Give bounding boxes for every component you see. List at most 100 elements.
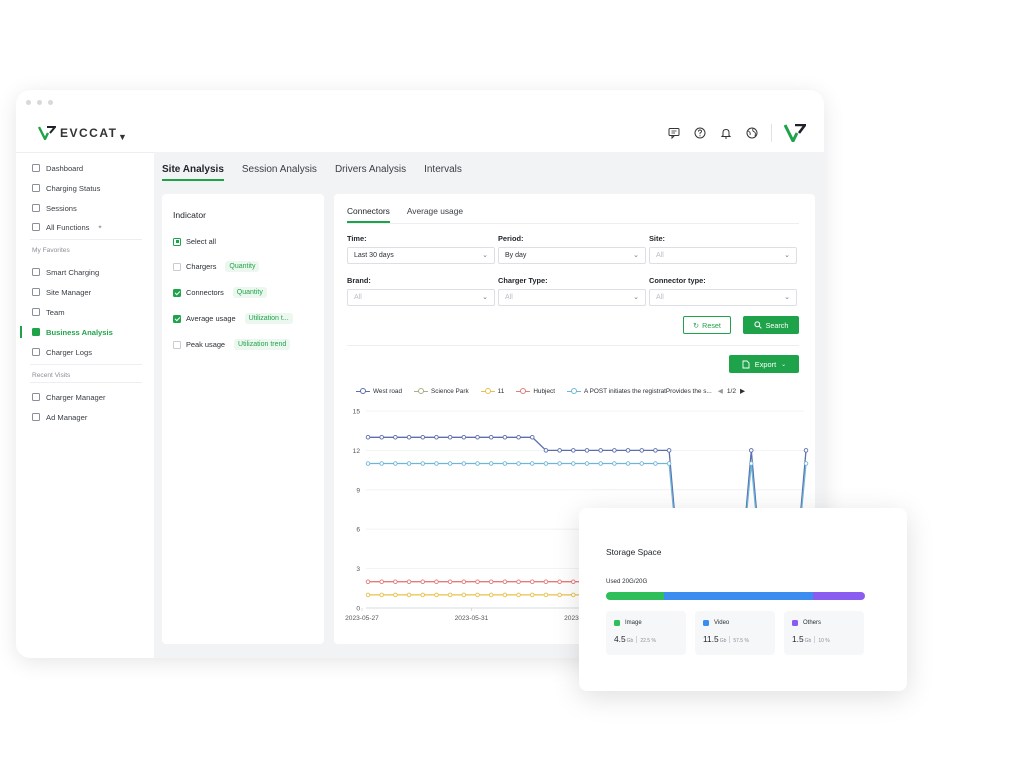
org-dropdown-caret[interactable]: ▼ <box>118 132 127 142</box>
business-analysis-icon <box>32 328 40 336</box>
pin-icon[interactable]: ✦ <box>97 224 102 231</box>
checkbox[interactable] <box>173 314 181 323</box>
y-tick-label: 15 <box>353 409 361 416</box>
tab-average-usage[interactable]: Average usage <box>407 206 463 223</box>
brand-label: Brand: <box>347 276 371 285</box>
data-point <box>393 461 398 466</box>
storage-label: Video <box>714 620 730 626</box>
sidebar-item-team[interactable]: Team <box>32 305 65 319</box>
data-point <box>420 461 425 466</box>
data-point <box>379 579 384 584</box>
indicator-row-chargers[interactable]: Chargers Quantity <box>173 261 260 272</box>
data-point <box>598 461 603 466</box>
data-point <box>584 461 590 466</box>
y-tick-label: 9 <box>356 487 360 494</box>
select-all-checkbox[interactable]: Select all <box>173 237 216 246</box>
data-point <box>543 448 549 453</box>
data-point <box>598 448 603 453</box>
data-point <box>379 461 384 466</box>
checkbox[interactable] <box>173 288 181 297</box>
tab-site-analysis[interactable]: Site Analysis <box>162 164 224 181</box>
sidebar-item-charger-manager[interactable]: Charger Manager <box>32 390 106 404</box>
sidebar-item-label: Dashboard <box>46 163 84 173</box>
recent-heading: Recent Visits <box>32 372 71 379</box>
indicator-row-connectors[interactable]: Connectors Quantity <box>173 287 267 298</box>
export-button[interactable]: Export ⌄ <box>729 355 799 373</box>
time-label: Time: <box>347 234 367 243</box>
data-point <box>488 461 494 466</box>
data-point <box>447 435 453 440</box>
ad-manager-icon <box>32 413 40 421</box>
sidebar-item-sessions[interactable]: Sessions <box>32 201 77 215</box>
data-point <box>365 461 371 466</box>
legend-item-west-road[interactable]: West road <box>356 387 402 395</box>
checkbox[interactable] <box>173 340 181 349</box>
charger-manager-icon <box>32 393 40 401</box>
sidebar-item-site-manager[interactable]: Site Manager <box>32 285 91 299</box>
storage-label: Others <box>803 620 822 626</box>
sidebar-item-charger-logs[interactable]: Charger Logs <box>32 345 92 359</box>
time-select[interactable]: Last 30 days ⌄ <box>347 247 495 264</box>
legend-label: West road <box>373 387 403 395</box>
message-icon[interactable] <box>667 126 681 140</box>
chevron-down-icon: ⌄ <box>482 252 488 259</box>
data-point <box>434 592 439 598</box>
search-button[interactable]: Search <box>743 316 799 334</box>
tab-connectors[interactable]: Connectors <box>347 206 390 223</box>
sidebar-item-smart-charging[interactable]: Smart Charging <box>32 265 99 279</box>
data-point <box>379 435 384 440</box>
checkbox[interactable] <box>173 237 181 246</box>
legend-next-icon[interactable]: ▶ <box>740 387 745 395</box>
app-logo[interactable]: EVCCAT <box>38 126 117 140</box>
help-icon[interactable] <box>693 126 707 140</box>
checkbox-label: Select all <box>186 237 216 246</box>
legend-item-11[interactable]: 11 <box>480 387 504 395</box>
tab-session-analysis[interactable]: Session Analysis <box>242 164 317 181</box>
header-icons <box>667 124 806 142</box>
data-point <box>571 579 576 584</box>
checkbox[interactable] <box>173 262 181 271</box>
storage-label: Image <box>625 620 642 626</box>
x-tick-label: 2023-05-27 <box>345 615 379 622</box>
tab-drivers-analysis[interactable]: Drivers Analysis <box>335 164 406 181</box>
sidebar-item-dashboard[interactable]: Dashboard <box>32 161 83 175</box>
sidebar-item-label: Smart Charging <box>46 267 100 277</box>
sidebar-item-label: Charger Logs <box>46 347 93 357</box>
legend-item-a-post[interactable]: A POST initiates the registratProvides t… <box>566 387 712 395</box>
indicator-tag: Quantity <box>232 287 267 298</box>
sidebar-item-label: Charging Status <box>46 183 101 193</box>
legend-item-hubject[interactable]: Hubject <box>516 387 555 395</box>
window-dots <box>26 100 53 105</box>
data-point <box>475 592 480 598</box>
bell-icon[interactable] <box>719 126 733 140</box>
chevron-down-icon: ⌄ <box>633 294 639 301</box>
sidebar-item-all-functions[interactable]: All Functions ✦ <box>32 220 103 234</box>
storage-unit: Gb <box>804 638 812 644</box>
chart-legend: West road Science Park 11 Hubject A POST… <box>356 387 745 395</box>
storage-unit: Gb <box>719 638 727 644</box>
indicator-tag: Quantity <box>225 261 260 272</box>
indicator-row-peak-usage[interactable]: Peak usage Utilization trend <box>173 339 291 350</box>
legend-prev-icon[interactable]: ◀ <box>718 387 723 395</box>
tab-intervals[interactable]: Intervals <box>424 164 462 181</box>
y-tick-label: 6 <box>356 527 360 534</box>
site-select[interactable]: All ⌄ <box>649 247 797 264</box>
indicator-panel: Indicator Select all Chargers Quantity Co… <box>162 194 324 644</box>
data-point <box>516 579 521 584</box>
storage-bar-segment-others <box>813 592 865 600</box>
logo-mark-icon <box>38 126 56 140</box>
reset-button[interactable]: ↻ Reset <box>683 316 731 334</box>
brand-select[interactable]: All ⌄ <box>347 289 495 306</box>
sidebar-item-business-analysis[interactable]: Business Analysis <box>32 325 113 339</box>
indicator-row-average-usage[interactable]: Average usage Utilization t... <box>173 313 293 324</box>
data-point <box>543 592 549 598</box>
data-point <box>639 461 645 466</box>
y-tick-label: 12 <box>353 448 361 455</box>
period-select[interactable]: By day ⌄ <box>498 247 646 264</box>
globe-icon[interactable] <box>745 126 759 140</box>
legend-item-science-park[interactable]: Science Park <box>414 387 469 395</box>
connector-type-select[interactable]: All ⌄ <box>649 289 797 306</box>
charger-type-select[interactable]: All ⌄ <box>498 289 646 306</box>
sidebar-item-ad-manager[interactable]: Ad Manager <box>32 410 87 424</box>
sidebar-item-charging-status[interactable]: Charging Status <box>32 181 100 195</box>
